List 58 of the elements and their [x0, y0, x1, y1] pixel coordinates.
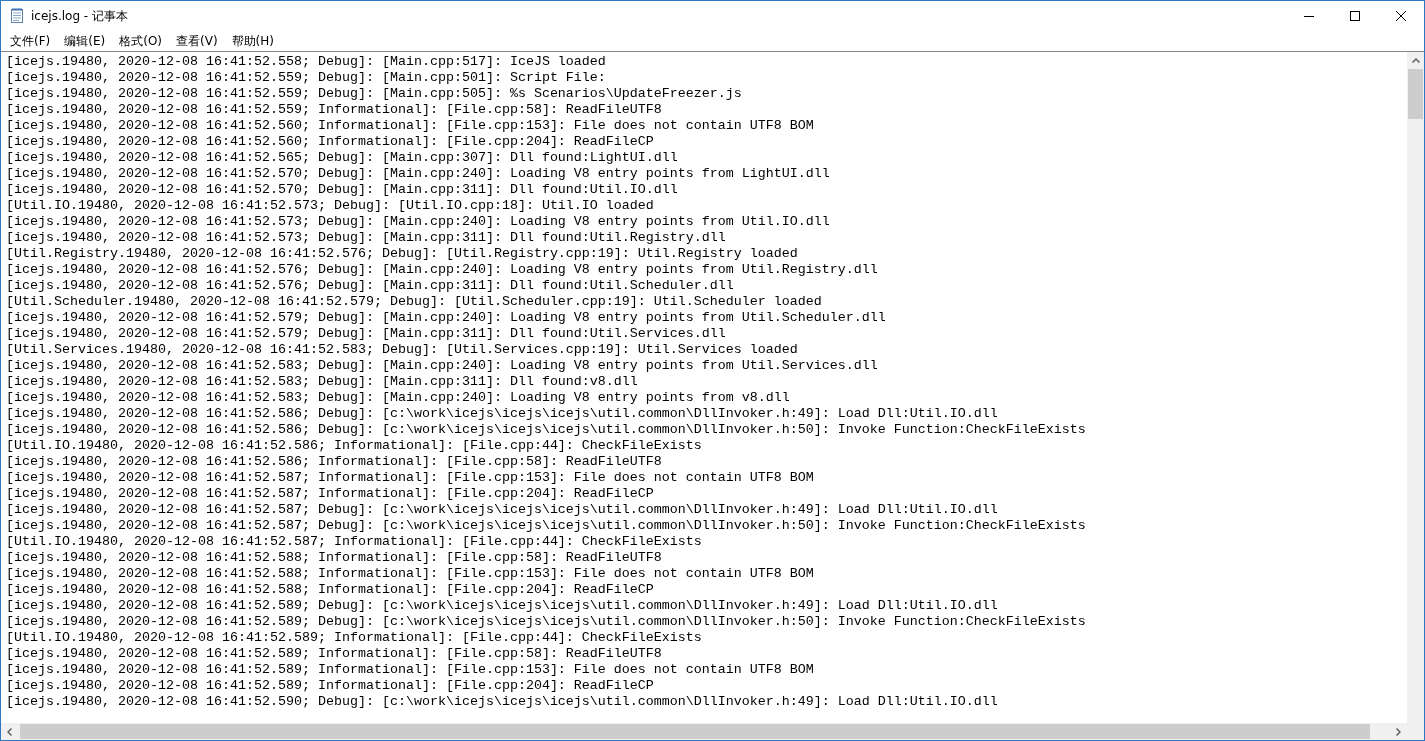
scroll-right-icon	[1396, 727, 1401, 736]
log-line: [icejs.19480, 2020-12-08 16:41:52.579; Debug]: [Main.cpp:311]: Dll found:Util.Services.dll	[6, 326, 727, 342]
log-line: [icejs.19480, 2020-12-08 16:41:52.588; Informational]: [File.cpp:58]: ReadFileUTF8	[6, 550, 663, 566]
log-line: [icejs.19480, 2020-12-08 16:41:52.579; Debug]: [Main.cpp:240]: Loading V8 entry points from Util.Scheduler.dll	[6, 310, 887, 326]
horizontal-scrollbar[interactable]	[1, 723, 1407, 740]
log-line: [icejs.19480, 2020-12-08 16:41:52.587; Informational]: [File.cpp:153]: File does not contain UTF8 BOM	[6, 470, 815, 486]
log-line: [icejs.19480, 2020-12-08 16:41:52.560; Informational]: [File.cpp:153]: File does not contain UTF8 BOM	[6, 118, 815, 134]
log-line: [icejs.19480, 2020-12-08 16:41:52.589; Debug]: [c:\work\icejs\icejs\icejs\util.common\DllInvoker.h:50]: Invoke Function:CheckFileExists	[6, 614, 1087, 630]
menu-item[interactable]: 查看(V)	[169, 31, 225, 51]
log-line: [icejs.19480, 2020-12-08 16:41:52.559; Debug]: [Main.cpp:505]: %s Scenarios\UpdateFreezer.js	[6, 86, 743, 102]
log-line: [icejs.19480, 2020-12-08 16:41:52.589; Informational]: [File.cpp:204]: ReadFileCP	[6, 678, 655, 694]
menu-item[interactable]: 编辑(E)	[57, 31, 113, 51]
scroll-thumb[interactable]	[20, 724, 1370, 739]
log-line: [icejs.19480, 2020-12-08 16:41:52.558; Debug]: [Main.cpp:517]: IceJS loaded	[6, 54, 607, 70]
menu-item[interactable]: 帮助(H)	[224, 31, 281, 51]
minimize-icon	[1304, 15, 1314, 17]
window-title: icejs.log - 记事本	[31, 8, 128, 25]
log-line: [icejs.19480, 2020-12-08 16:41:52.560; Informational]: [File.cpp:204]: ReadFileCP	[6, 134, 655, 150]
log-line: [icejs.19480, 2020-12-08 16:41:52.570; Debug]: [Main.cpp:240]: Loading V8 entry points from LightUI.dll	[6, 166, 831, 182]
log-line: [icejs.19480, 2020-12-08 16:41:52.565; Debug]: [Main.cpp:307]: Dll found:LightUI.dll	[6, 150, 679, 166]
log-line: [icejs.19480, 2020-12-08 16:41:52.587; Informational]: [File.cpp:204]: ReadFileCP	[6, 486, 655, 502]
log-line: [icejs.19480, 2020-12-08 16:41:52.583; Debug]: [Main.cpp:311]: Dll found:v8.dll	[6, 374, 639, 390]
log-line: [icejs.19480, 2020-12-08 16:41:52.586; Debug]: [c:\work\icejs\icejs\icejs\util.common\DllInvoker.h:49]: Load Dll:Util.IO.dll	[6, 406, 999, 422]
log-line: [icejs.19480, 2020-12-08 16:41:52.573; Debug]: [Main.cpp:311]: Dll found:Util.Registry.dll	[6, 230, 727, 246]
scroll-up-icon	[1411, 58, 1420, 63]
log-line: [icejs.19480, 2020-12-08 16:41:52.587; Debug]: [c:\work\icejs\icejs\icejs\util.common\DllInvoker.h:50]: Invoke Function:CheckFileExists	[6, 518, 1087, 534]
log-line: [Util.Registry.19480, 2020-12-08 16:41:52.576; Debug]: [Util.Registry.cpp:19]: Util.Registry loaded	[6, 246, 799, 262]
log-line: [icejs.19480, 2020-12-08 16:41:52.587; Debug]: [c:\work\icejs\icejs\icejs\util.common\DllInvoker.h:49]: Load Dll:Util.IO.dll	[6, 502, 999, 518]
log-line: [icejs.19480, 2020-12-08 16:41:52.583; Debug]: [Main.cpp:240]: Loading V8 entry points from v8.dll	[6, 390, 791, 406]
log-line: [icejs.19480, 2020-12-08 16:41:52.583; Debug]: [Main.cpp:240]: Loading V8 entry points from Util.Services.dll	[6, 358, 879, 374]
log-line: [icejs.19480, 2020-12-08 16:41:52.588; Informational]: [File.cpp:153]: File does not contain UTF8 BOM	[6, 566, 815, 582]
notepad-icon	[9, 8, 25, 24]
log-line: [icejs.19480, 2020-12-08 16:41:52.573; Debug]: [Main.cpp:240]: Loading V8 entry points from Util.IO.dll	[6, 214, 831, 230]
menu-item[interactable]: 文件(F)	[3, 31, 58, 51]
log-line: [icejs.19480, 2020-12-08 16:41:52.589; Informational]: [File.cpp:153]: File does not contain UTF8 BOM	[6, 662, 815, 678]
log-line: [Util.Scheduler.19480, 2020-12-08 16:41:52.579; Debug]: [Util.Scheduler.cpp:19]: Util.Scheduler loaded	[6, 294, 823, 310]
vertical-scrollbar[interactable]	[1407, 52, 1424, 723]
menu-item[interactable]: 格式(O)	[112, 31, 170, 51]
log-line: [Util.IO.19480, 2020-12-08 16:41:52.587; Informational]: [File.cpp:44]: CheckFileExists	[6, 534, 703, 550]
log-line: [icejs.19480, 2020-12-08 16:41:52.559; Debug]: [Main.cpp:501]: Script File:	[6, 70, 607, 86]
log-line: [Util.IO.19480, 2020-12-08 16:41:52.573; Debug]: [Util.IO.cpp:18]: Util.IO loaded	[6, 198, 655, 214]
log-line: [icejs.19480, 2020-12-08 16:41:52.589; Informational]: [File.cpp:58]: ReadFileUTF8	[6, 646, 663, 662]
log-line: [icejs.19480, 2020-12-08 16:41:52.576; Debug]: [Main.cpp:311]: Dll found:Util.Scheduler.dll	[6, 278, 735, 294]
log-line: [icejs.19480, 2020-12-08 16:41:52.570; Debug]: [Main.cpp:311]: Dll found:Util.IO.dll	[6, 182, 679, 198]
log-line: [icejs.19480, 2020-12-08 16:41:52.588; Informational]: [File.cpp:204]: ReadFileCP	[6, 582, 655, 598]
log-line: [icejs.19480, 2020-12-08 16:41:52.586; Debug]: [c:\work\icejs\icejs\icejs\util.common\DllInvoker.h:50]: Invoke Function:CheckFileExists	[6, 422, 1087, 438]
maximize-icon	[1350, 11, 1360, 21]
scroll-thumb[interactable]	[1408, 69, 1423, 119]
log-line: [Util.IO.19480, 2020-12-08 16:41:52.586; Informational]: [File.cpp:44]: CheckFileExists	[6, 438, 703, 454]
log-line: [icejs.19480, 2020-12-08 16:41:52.589; Debug]: [c:\work\icejs\icejs\icejs\util.common\DllInvoker.h:49]: Load Dll:Util.IO.dll	[6, 598, 999, 614]
log-line: [Util.IO.19480, 2020-12-08 16:41:52.589; Informational]: [File.cpp:44]: CheckFileExists	[6, 630, 703, 646]
close-icon	[1396, 11, 1406, 21]
log-line: [icejs.19480, 2020-12-08 16:41:52.576; Debug]: [Main.cpp:240]: Loading V8 entry points from Util.Registry.dll	[6, 262, 879, 278]
log-line: [icejs.19480, 2020-12-08 16:41:52.590; Debug]: [c:\work\icejs\icejs\icejs\util.common\DllInvoker.h:49]: Load Dll:Util.IO.dll	[6, 694, 999, 710]
log-line: [icejs.19480, 2020-12-08 16:41:52.586; Informational]: [File.cpp:58]: ReadFileUTF8	[6, 454, 663, 470]
scroll-left-icon	[7, 727, 12, 736]
log-line: [icejs.19480, 2020-12-08 16:41:52.559; Informational]: [File.cpp:58]: ReadFileUTF8	[6, 102, 663, 118]
log-line: [Util.Services.19480, 2020-12-08 16:41:52.583; Debug]: [Util.Services.cpp:19]: Util.Services loaded	[6, 342, 799, 358]
